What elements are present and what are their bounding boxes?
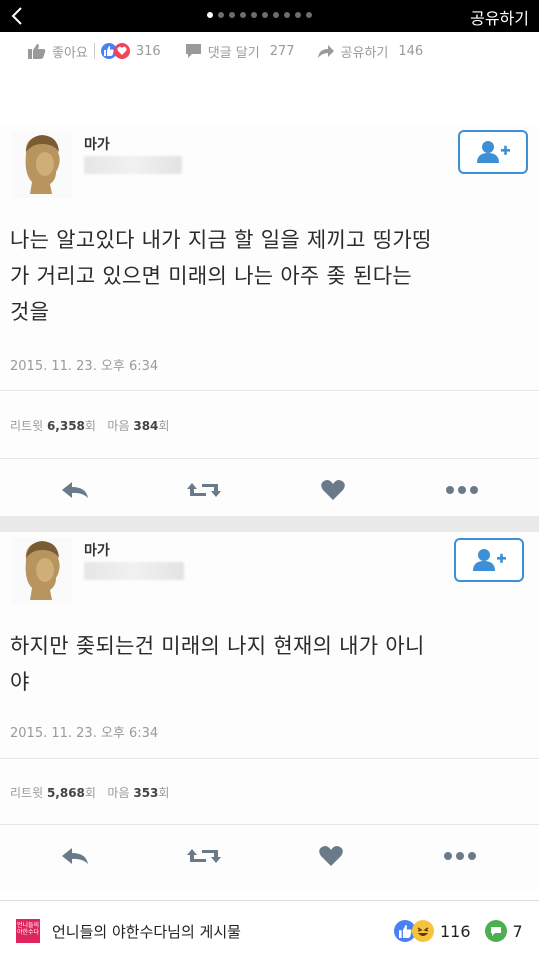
heart-icon <box>321 480 345 500</box>
tweet-date: 2015. 11. 23. 오후 6:34 <box>10 726 159 741</box>
reply-button[interactable] <box>60 836 90 876</box>
divider <box>93 43 95 59</box>
page-logo-text: 언니들의 야한수다 <box>16 922 40 936</box>
love-reaction-icon <box>113 43 130 59</box>
page-dot <box>207 12 213 18</box>
reply-button[interactable] <box>60 470 90 510</box>
tweet-card: 마가 하지만 좆되는건 미래의 나지 현재의 내가 아니 야 2015. 11.… <box>0 532 539 890</box>
divider <box>0 758 539 759</box>
retweet-button[interactable] <box>186 836 222 876</box>
reaction-count: 316 <box>135 43 161 59</box>
like-unit: 회 <box>158 786 170 800</box>
tweet-text-line: 야 <box>10 670 30 694</box>
like-count: 384 <box>133 419 159 433</box>
tweet-stats: 리트윗 6,358회 마음 384회 <box>10 417 169 434</box>
avatar <box>12 538 72 604</box>
thumbs-up-icon <box>28 44 46 59</box>
follow-button[interactable] <box>458 130 528 174</box>
haha-reaction-icon <box>412 920 434 942</box>
footer-reactions[interactable]: 116 7 <box>394 920 523 942</box>
page-dot <box>218 12 224 18</box>
tweet-author-handle <box>84 156 182 174</box>
top-bar: 공유하기 <box>0 0 539 32</box>
heart-button[interactable] <box>318 836 344 876</box>
divider <box>0 824 539 825</box>
reply-icon <box>62 482 88 498</box>
like-stat-label: 마음 <box>107 786 130 800</box>
post-action-bar: 좋아요 316 댓글 달기 277 공유하기 146 <box>0 36 539 66</box>
retweet-icon <box>187 483 221 497</box>
retweet-unit: 회 <box>84 419 96 433</box>
comment-button[interactable]: 댓글 달기 277 <box>185 42 295 61</box>
retweet-count: 6,358 <box>46 419 85 433</box>
tweet-text: 나는 알고있다 내가 지금 할 일을 제끼고 띵가띵 가 거리고 있으면 미래의… <box>10 222 525 330</box>
retweet-stat-label: 리트윗 <box>10 419 44 433</box>
divider <box>0 458 539 459</box>
heart-icon <box>319 846 343 866</box>
footer-reaction-count: 116 <box>440 921 471 941</box>
tweet-actions <box>0 836 539 876</box>
tweet-author-name: 마가 <box>84 137 110 153</box>
page-dot <box>240 12 246 18</box>
tweet-text-line: 것을 <box>10 300 50 324</box>
more-button[interactable] <box>445 470 479 510</box>
reply-icon <box>62 848 88 864</box>
divider <box>0 516 539 532</box>
like-button[interactable]: 좋아요 <box>28 42 88 61</box>
like-count: 353 <box>133 786 159 800</box>
comment-count: 277 <box>269 43 295 59</box>
tweet-text: 하지만 좆되는건 미래의 나지 현재의 내가 아니 야 <box>10 628 525 700</box>
page-dot <box>284 12 290 18</box>
like-unit: 회 <box>158 419 170 433</box>
add-user-icon <box>473 549 506 571</box>
like-stat-label: 마음 <box>107 419 130 433</box>
tweet-date: 2015. 11. 23. 오후 6:34 <box>10 359 159 374</box>
more-button[interactable] <box>443 836 477 876</box>
tweet-text-line: 가 거리고 있으면 미래의 나는 아주 좆 된다는 <box>10 264 412 288</box>
page-dot <box>262 12 268 18</box>
tweet-stats: 리트윗 5,868회 마음 353회 <box>10 784 169 801</box>
share-button[interactable]: 공유하기 <box>470 5 529 29</box>
post-footer: 언니들의 야한수다 언니들의 야한수다님의 게시물 116 7 <box>0 900 539 960</box>
page-dot <box>273 12 279 18</box>
more-icon <box>444 852 476 860</box>
page-logo[interactable]: 언니들의 야한수다 <box>16 919 40 943</box>
comment-icon <box>185 44 201 58</box>
retweet-icon <box>187 849 221 863</box>
share-post-button[interactable]: 공유하기 146 <box>317 42 424 61</box>
tweet-author-name: 마가 <box>84 543 110 559</box>
retweet-count: 5,868 <box>46 786 85 800</box>
follow-button[interactable] <box>454 538 524 582</box>
chevron-left-icon <box>11 7 22 25</box>
comment-bubble-icon <box>484 920 507 942</box>
like-label: 좋아요 <box>52 45 88 61</box>
share-label: 공유하기 <box>340 45 389 61</box>
retweet-stat-label: 리트윗 <box>10 786 44 800</box>
comment-label: 댓글 달기 <box>207 45 260 61</box>
footer-comment-count: 7 <box>512 921 523 941</box>
add-user-icon <box>477 141 510 163</box>
tweet-text-line: 나는 알고있다 내가 지금 할 일을 제끼고 띵가띵 <box>10 228 432 252</box>
page-dot <box>306 12 312 18</box>
divider <box>0 390 539 391</box>
tweet-actions <box>0 470 539 510</box>
back-button[interactable] <box>4 2 30 30</box>
page-dot <box>229 12 235 18</box>
tweet-card: 마가 나는 알고있다 내가 지금 할 일을 제끼고 띵가띵 가 거리고 있으면 … <box>0 124 539 516</box>
avatar <box>12 132 72 198</box>
page-indicator <box>207 12 312 18</box>
page-dot <box>251 12 257 18</box>
page-name[interactable]: 언니들의 야한수다님의 게시물 <box>52 921 241 942</box>
retweet-unit: 회 <box>84 786 96 800</box>
reaction-summary[interactable]: 316 <box>100 43 161 59</box>
heart-button[interactable] <box>320 470 346 510</box>
more-icon <box>446 486 478 494</box>
tweet-text-line: 하지만 좆되는건 미래의 나지 현재의 내가 아니 <box>10 634 425 658</box>
retweet-button[interactable] <box>186 470 222 510</box>
share-count: 146 <box>398 43 424 59</box>
tweet-author-handle <box>84 562 184 580</box>
page-dot <box>295 12 301 18</box>
share-arrow-icon <box>317 45 334 58</box>
